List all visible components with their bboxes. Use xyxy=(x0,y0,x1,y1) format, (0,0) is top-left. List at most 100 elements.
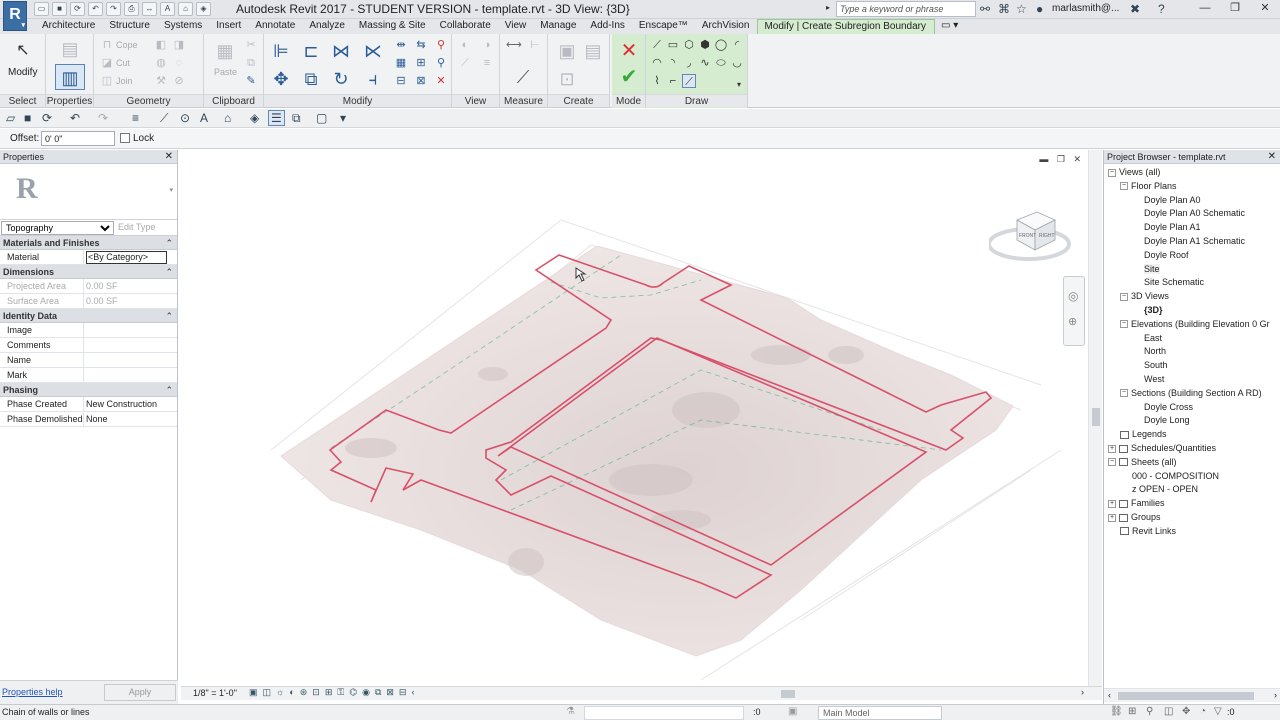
expand-icon[interactable]: + xyxy=(1108,513,1116,522)
property-value[interactable] xyxy=(84,353,177,367)
tab-structure[interactable]: Structure xyxy=(103,19,158,34)
circle-icon[interactable]: ◯ xyxy=(714,38,728,52)
browser-item[interactable]: {3D} xyxy=(1104,304,1280,318)
delete-icon[interactable]: ✕ xyxy=(434,74,448,88)
expand-icon[interactable]: + xyxy=(1108,444,1116,453)
scroll-right-icon[interactable]: › xyxy=(1081,687,1084,697)
paste-icon[interactable]: ▦ xyxy=(210,38,240,64)
type-selector-dropdown[interactable]: Topography xyxy=(1,221,114,235)
split-icon[interactable]: ⇹ xyxy=(394,38,408,52)
browser-horizontal-scrollbar[interactable]: ‹ › xyxy=(1104,688,1280,702)
cut-clipboard-icon[interactable]: ✂ xyxy=(244,38,258,52)
worksharing-icon[interactable]: ⧉ xyxy=(375,687,386,697)
browser-item[interactable]: Legends xyxy=(1104,428,1280,442)
tab-enscape[interactable]: Enscape™ xyxy=(633,19,696,34)
section-icon[interactable]: ◈ xyxy=(196,2,211,16)
browser-item[interactable]: North xyxy=(1104,345,1280,359)
material-value-field[interactable]: <By Category> xyxy=(86,251,167,264)
save-file-icon[interactable]: ■ xyxy=(24,111,31,125)
subscription-icon[interactable]: ⌘ xyxy=(998,2,1010,16)
split-gap-icon[interactable]: ⇆ xyxy=(414,38,428,52)
wall-joins-icon[interactable]: ◧ xyxy=(154,38,168,52)
property-value[interactable] xyxy=(84,338,177,352)
browser-scroll-thumb[interactable] xyxy=(1118,692,1254,700)
create-assembly-icon[interactable]: ▤ xyxy=(578,38,608,64)
pick-lines-icon[interactable]: ⌇ xyxy=(650,74,664,88)
crop-view-icon[interactable]: ⊡ xyxy=(312,687,325,697)
user-icon[interactable]: ● xyxy=(1036,2,1043,16)
property-value[interactable]: 0.00 SF xyxy=(84,279,177,293)
worksets-icon[interactable]: ⚗ xyxy=(566,706,575,717)
line-icon[interactable]: ⟋ xyxy=(650,38,664,52)
tab-massing-site[interactable]: Massing & Site xyxy=(353,19,434,34)
align-icon[interactable]: ⊫ xyxy=(266,38,296,64)
select-links-icon[interactable]: ⛓ xyxy=(1110,706,1123,717)
minimize-button[interactable]: — xyxy=(1190,0,1220,17)
main-model-selector[interactable]: Main Model xyxy=(818,706,942,720)
expand-icon[interactable]: + xyxy=(1108,499,1116,508)
finish-edit-icon[interactable]: ✔ xyxy=(614,64,644,90)
tab-view[interactable]: View xyxy=(499,19,535,34)
fillet-arc-icon[interactable]: ◞ xyxy=(682,56,696,70)
browser-item[interactable]: Doyle Plan A0 xyxy=(1104,194,1280,208)
modify-button[interactable]: Modify xyxy=(8,67,37,78)
property-value[interactable] xyxy=(84,323,177,337)
view-scale[interactable]: 1/8" = 1'-0" xyxy=(193,688,237,698)
browser-item[interactable]: Doyle Long xyxy=(1104,414,1280,428)
browser-item[interactable]: − Views (all) xyxy=(1104,166,1280,180)
search-input[interactable]: Type a keyword or phrase xyxy=(836,1,976,17)
properties-close-icon[interactable]: ✕ xyxy=(165,150,173,164)
user-name[interactable]: marlasmith@... xyxy=(1052,3,1119,14)
measure-between-icon[interactable]: ⟷ xyxy=(506,38,522,52)
spline-icon[interactable]: ∿ xyxy=(698,56,712,70)
linework-icon[interactable]: ⟋ xyxy=(458,56,472,70)
sun-path-icon[interactable]: ☼ xyxy=(276,687,289,697)
viewcube-right-label[interactable]: RIGHT xyxy=(1039,233,1055,239)
properties-help-link[interactable]: Properties help xyxy=(2,687,63,697)
tab-collaborate[interactable]: Collaborate xyxy=(434,19,499,34)
lock-view-icon[interactable]: ⚿ xyxy=(337,687,349,697)
design-options-icon[interactable]: ▣ xyxy=(788,706,797,717)
match-properties-icon[interactable]: ✎ xyxy=(244,74,258,88)
select-underlay-icon[interactable]: ⊞ xyxy=(1128,706,1136,717)
background-process-icon[interactable]: ◔ xyxy=(1200,706,1206,717)
override-icon[interactable]: ◑ xyxy=(480,38,494,52)
browser-item[interactable]: Site Schematic xyxy=(1104,276,1280,290)
tab-systems[interactable]: Systems xyxy=(158,19,210,34)
tab-annotate[interactable]: Annotate xyxy=(249,19,303,34)
unpin-icon[interactable]: ⚲ xyxy=(434,38,448,52)
offset-input[interactable]: 0' 0" xyxy=(41,131,115,146)
hide-icon[interactable]: ◐ xyxy=(458,38,472,52)
collapse-tree-icon[interactable]: − xyxy=(1108,458,1116,467)
aligned-dim-icon[interactable]: ⊢ xyxy=(528,38,542,52)
remove-paint-icon[interactable]: ◌ xyxy=(172,56,186,70)
binoculars-icon[interactable]: ⚯ xyxy=(980,2,990,16)
workset-selector[interactable] xyxy=(584,706,744,720)
trim-multiple-icon[interactable]: ⊠ xyxy=(414,74,428,88)
demolish-icon[interactable]: ⚒ xyxy=(154,74,168,88)
collapse-icon[interactable]: ⌃ xyxy=(165,383,173,397)
copy-icon[interactable]: ⧉ xyxy=(296,66,326,92)
join-icon[interactable]: ◫ xyxy=(100,74,114,88)
thin-lines-icon[interactable]: ≡ xyxy=(132,111,139,125)
tab-manage[interactable]: Manage xyxy=(534,19,584,34)
reveal-hidden-icon[interactable]: ◉ xyxy=(362,687,375,697)
tab-architecture[interactable]: Architecture xyxy=(36,19,103,34)
property-group[interactable]: Dimensions ⌃ xyxy=(0,265,177,279)
drag-elements-icon[interactable]: ✥ xyxy=(1182,706,1190,717)
collapse-tree-icon[interactable]: − xyxy=(1120,389,1128,398)
unjoin-icon[interactable]: ⊘ xyxy=(172,74,186,88)
cut-icon[interactable]: ◪ xyxy=(100,56,114,70)
select-pinned-icon[interactable]: ⚲ xyxy=(1146,706,1153,717)
scroll-left-icon[interactable]: ‹ xyxy=(411,687,419,697)
rendering-icon[interactable]: ⊛ xyxy=(300,687,313,697)
open-file-icon[interactable]: ▱ xyxy=(6,111,15,125)
browser-item[interactable]: − Elevations (Building Elevation 0 Gr xyxy=(1104,318,1280,332)
switch-windows-icon[interactable]: ▢ xyxy=(316,111,327,125)
undo-icon[interactable]: ↶ xyxy=(88,2,103,16)
browser-item[interactable]: Doyle Plan A0 Schematic xyxy=(1104,207,1280,221)
type-dropdown-icon[interactable]: ▾ xyxy=(169,186,173,194)
detail-level-icon[interactable]: ▣ xyxy=(249,687,263,697)
steering-wheel-icon[interactable]: ◎ xyxy=(1068,289,1078,303)
visual-style-icon[interactable]: ◫ xyxy=(263,687,277,697)
